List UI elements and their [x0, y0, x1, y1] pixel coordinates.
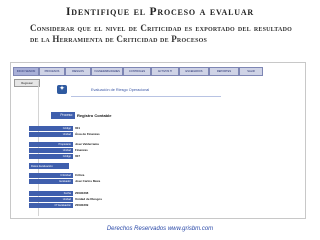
field-label: Fecha	[29, 191, 73, 196]
field-value: Crítica	[75, 173, 85, 177]
field-label: Unidad	[29, 197, 73, 202]
field-label: N° Evaluación	[29, 203, 73, 208]
top-menu-bar: INICIO SESION PROCESOS RIESGOS VULNERABI…	[11, 65, 305, 76]
field-label: Código	[29, 126, 73, 131]
field-value: Finanzas	[75, 148, 88, 152]
field-value: 20090308	[75, 191, 89, 195]
slide-intro: Considerar que el nivel de Criticidad es…	[30, 23, 292, 44]
field-value: José Carlos Meza	[75, 179, 101, 183]
slide-heading: Identifique el Proceso a evaluar	[65, 6, 255, 18]
field-label: Unidad	[29, 132, 73, 137]
panel-title: Evaluación de Riesgo Operacional	[91, 88, 150, 92]
back-button[interactable]: Regresar	[14, 79, 40, 87]
menu-activos-ti[interactable]: ACTIVOS TI	[151, 67, 179, 76]
menu-controles[interactable]: CONTROLES	[123, 67, 151, 76]
footer-copyright: Derechos Reservados www.grisbm.com	[106, 226, 214, 232]
title-divider	[71, 96, 221, 97]
section-header: Datos Evaluación	[29, 163, 69, 169]
menu-escenarios[interactable]: ESCENARIOS	[179, 67, 209, 76]
menu-vulnerabilidades[interactable]: VULNERABILIDADES	[91, 67, 123, 76]
field-value: 20090309	[75, 203, 89, 207]
menu-riesgos[interactable]: RIESGOS	[65, 67, 91, 76]
menu-reportes[interactable]: REPORTES	[209, 67, 239, 76]
process-label: Proceso:	[51, 112, 75, 119]
field-row: N° Evaluación 20090309	[11, 203, 305, 209]
field-label: Unidad	[29, 148, 73, 153]
menu-inicio-sesion[interactable]: INICIO SESION	[13, 67, 39, 76]
field-label: Criticidad	[29, 173, 73, 178]
field-label: Código	[29, 154, 73, 159]
field-label: Propietario	[29, 142, 73, 147]
app-logo-icon: ✦	[57, 85, 67, 94]
field-value: Área de Finanzas	[75, 132, 100, 136]
field-label: Evaluador	[29, 179, 73, 184]
app-screenshot: INICIO SESION PROCESOS RIESGOS VULNERABI…	[10, 62, 306, 219]
field-row: Unidad Área de Finanzas	[11, 132, 305, 138]
field-value: 001	[75, 126, 81, 130]
menu-salir[interactable]: SALIR	[239, 67, 263, 76]
field-value: 007	[75, 154, 81, 158]
field-row: Código 007	[11, 154, 305, 160]
field-value: Unidad de Riesgos	[75, 197, 103, 201]
process-value: Registro Contable	[77, 113, 112, 118]
menu-procesos[interactable]: PROCESOS	[39, 67, 65, 76]
field-row: Evaluador José Carlos Meza	[11, 179, 305, 185]
field-value: José Valderrama	[75, 142, 99, 146]
